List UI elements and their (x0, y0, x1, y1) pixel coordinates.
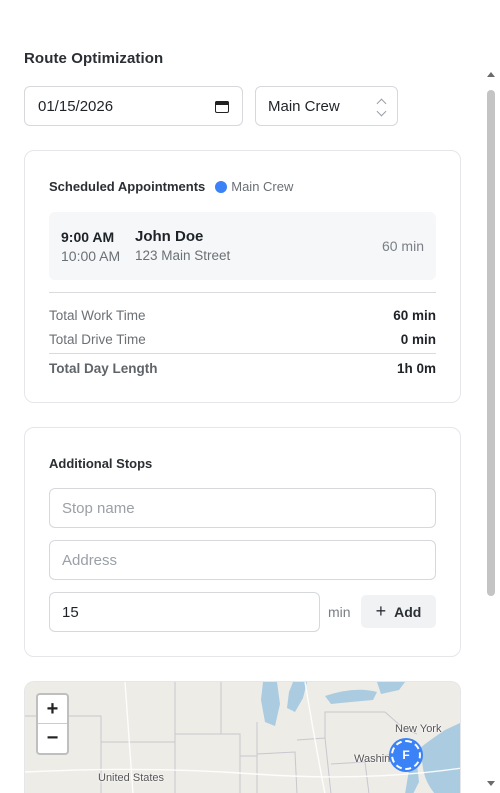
scroll-up-arrow-icon[interactable] (487, 72, 495, 77)
appointment-details: John Doe 123 Main Street (135, 228, 230, 263)
chevron-up-down-icon (376, 97, 387, 117)
map-label-country: United States (98, 772, 165, 784)
appointment-item[interactable]: 9:00 AM 10:00 AM John Doe 123 Main Stree… (49, 212, 436, 280)
controls-row: 01/15/2026 Main Crew (24, 86, 398, 126)
add-stop-label: Add (394, 603, 422, 620)
divider (49, 292, 436, 293)
summary-value: 0 min (400, 332, 436, 347)
map-label-washington: Washin (354, 753, 391, 765)
route-map[interactable]: + − New York Washin United States F (24, 681, 461, 793)
summary-label: Total Day Length (49, 361, 158, 376)
appointment-address: 123 Main Street (135, 248, 231, 263)
summary-label: Total Work Time (49, 308, 146, 323)
zoom-in-button[interactable]: + (38, 695, 67, 724)
duration-unit-label: min (328, 604, 351, 620)
crew-color-dot (215, 180, 228, 193)
stops-title: Additional Stops (49, 456, 153, 471)
page-scrollbar[interactable] (485, 72, 497, 793)
divider (49, 353, 436, 354)
summary-day-length: Total Day Length 1h 0m (49, 361, 436, 376)
stop-name-placeholder: Stop name (62, 499, 135, 517)
add-stop-button[interactable]: + Add (361, 595, 436, 628)
plus-icon: + (375, 600, 387, 621)
additional-stops-card: Additional Stops Stop name Address 15 mi… (24, 427, 461, 657)
stop-name-input[interactable]: Stop name (49, 488, 436, 528)
marker-label: F (402, 748, 410, 762)
appointment-start: 9:00 AM (61, 229, 115, 245)
summary-label: Total Drive Time (49, 332, 146, 347)
crew-tag: Main Crew (215, 179, 293, 194)
appointments-title: Scheduled Appointments (49, 179, 206, 194)
stop-duration-input[interactable]: 15 (49, 592, 320, 632)
stops-header: Additional Stops (49, 456, 152, 471)
scrollbar-thumb[interactable] (487, 90, 495, 596)
map-label-new-york: New York (395, 723, 442, 735)
page-title: Route Optimization (24, 50, 164, 67)
date-value: 01/15/2026 (38, 97, 114, 115)
crew-tag-label: Main Crew (231, 179, 294, 194)
appointment-times: 9:00 AM 10:00 AM (61, 229, 120, 264)
map-tiles (25, 682, 460, 793)
zoom-out-button[interactable]: − (38, 724, 67, 753)
stop-address-placeholder: Address (62, 551, 118, 569)
appointment-end: 10:00 AM (61, 248, 121, 264)
summary-value: 60 min (393, 308, 436, 323)
stop-duration-value: 15 (62, 603, 79, 621)
scroll-down-arrow-icon[interactable] (487, 781, 495, 786)
crew-select[interactable]: Main Crew (255, 86, 398, 126)
stop-address-input[interactable]: Address (49, 540, 436, 580)
summary-work-time: Total Work Time 60 min (49, 308, 436, 323)
summary-drive-time: Total Drive Time 0 min (49, 332, 436, 347)
appointment-client-name: John Doe (135, 228, 204, 245)
scheduled-appointments-card: Scheduled Appointments Main Crew 9:00 AM… (24, 150, 461, 403)
route-marker[interactable]: F (391, 740, 421, 770)
appointments-header: Scheduled Appointments Main Crew (49, 179, 293, 194)
summary-value: 1h 0m (396, 361, 436, 376)
crew-select-value: Main Crew (268, 97, 340, 115)
calendar-icon[interactable] (215, 99, 229, 113)
date-input[interactable]: 01/15/2026 (24, 86, 243, 126)
appointment-duration: 60 min (381, 238, 424, 254)
zoom-controls: + − (36, 693, 69, 755)
